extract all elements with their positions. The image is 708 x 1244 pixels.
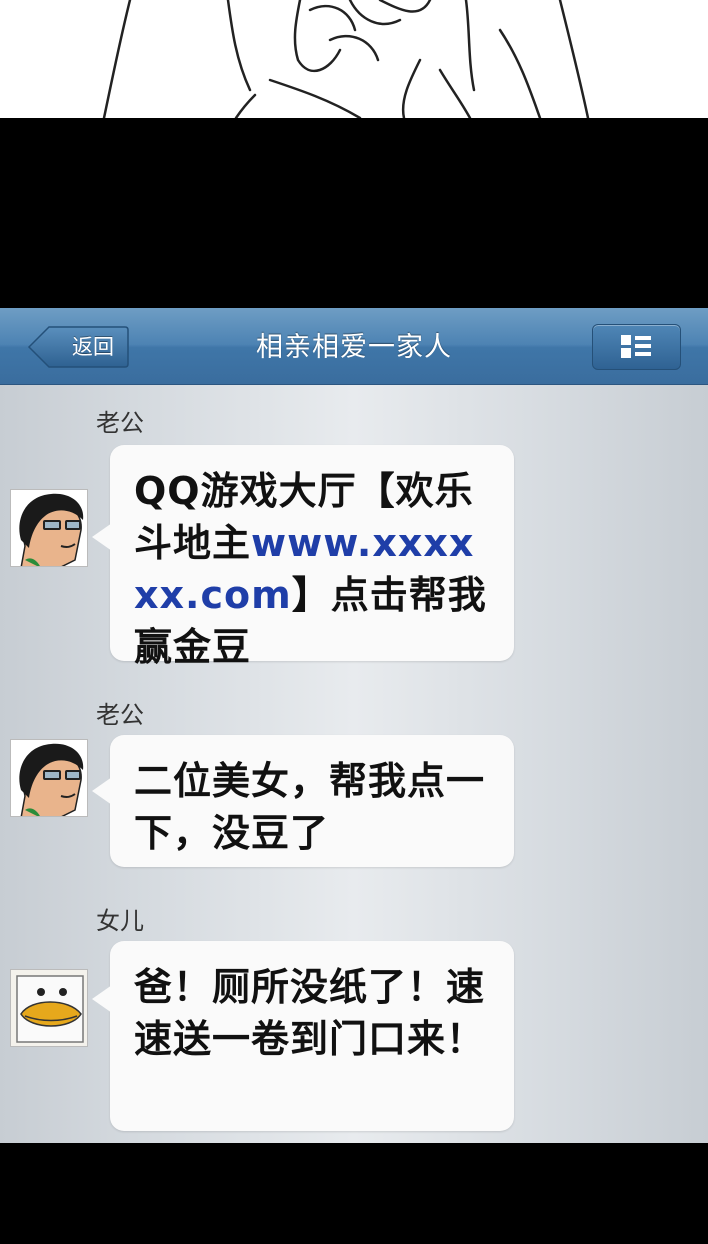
comic-sketch-panel <box>0 0 708 118</box>
sender-name: 女儿 <box>96 907 144 935</box>
message-text: 爸！厕所没纸了！速速送一卷到门口来！ <box>134 965 486 1061</box>
message-bubble[interactable]: 爸！厕所没纸了！速速送一卷到门口来！ <box>92 941 514 1131</box>
message-bubble[interactable]: QQ游戏大厅【欢乐斗地主www.xxxxxx.com】点击帮我赢金豆 <box>92 445 514 669</box>
chat-message-list[interactable]: 老公 QQ游戏大厅【欢乐斗地主www.xxxxxx.com】点击帮我赢金豆 老公 <box>0 385 708 1143</box>
menu-button[interactable] <box>592 324 681 370</box>
sender-name: 老公 <box>96 409 144 437</box>
list-menu-icon <box>621 335 651 358</box>
sketch-hands-illustration <box>102 0 590 118</box>
duck-avatar[interactable] <box>10 969 88 1047</box>
message-text: 二位美女，帮我点一下，没豆了 <box>134 759 486 855</box>
man-with-glasses-avatar[interactable] <box>10 739 88 817</box>
panel-gutter-bottom <box>0 1143 708 1244</box>
panel-gutter <box>0 118 708 308</box>
sender-name: 老公 <box>96 701 144 729</box>
message-bubble[interactable]: 二位美女，帮我点一下，没豆了 <box>92 735 514 867</box>
message-text: QQ游戏大厅【欢乐斗地主www.xxxxxx.com】点击帮我赢金豆 <box>134 465 494 673</box>
man-with-glasses-avatar[interactable] <box>10 489 88 567</box>
